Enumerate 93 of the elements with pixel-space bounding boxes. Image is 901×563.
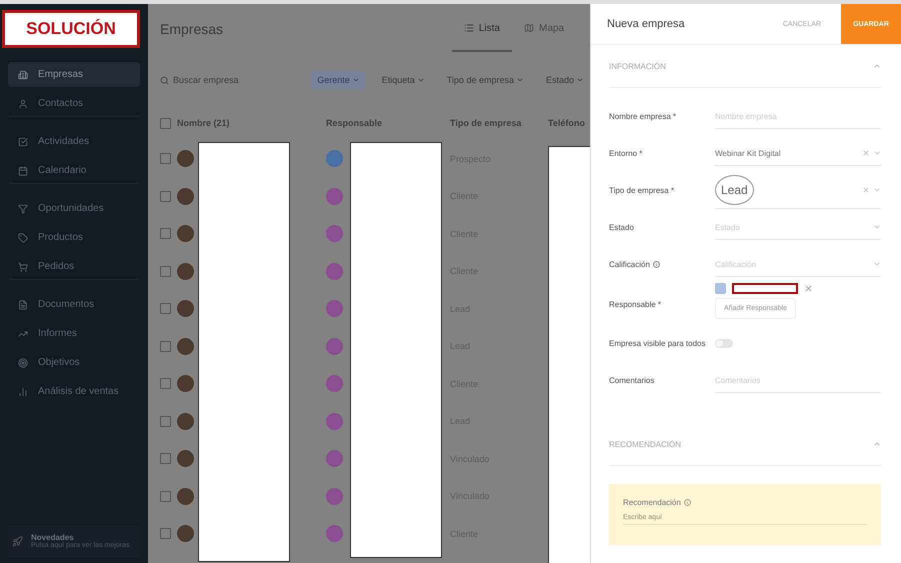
caret-icon <box>516 76 524 84</box>
nav-item[interactable]: Calendario <box>8 158 140 184</box>
column-header[interactable]: Responsable <box>326 106 450 140</box>
clear-icon[interactable] <box>862 186 870 194</box>
field-label: Entorno * <box>609 149 644 158</box>
avatar-placeholder <box>177 338 194 355</box>
search-field[interactable]: Buscar empresa <box>160 75 302 85</box>
view-tab[interactable]: Lista <box>452 6 512 52</box>
nav-item[interactable]: Oportunidades <box>8 196 140 221</box>
field-label: Tipo de empresa * <box>609 186 676 195</box>
nav-item[interactable]: Objetivos <box>8 350 140 375</box>
nav-item[interactable]: Productos <box>8 225 140 250</box>
field-label: Calificación <box>609 260 715 269</box>
nav-item[interactable]: Análisis de ventas <box>8 379 140 404</box>
checkbox[interactable] <box>160 528 171 540</box>
nav-icon <box>18 328 28 338</box>
filter-dropdown[interactable]: Estado <box>540 71 590 89</box>
page-title: Empresas <box>160 21 224 37</box>
avatar-placeholder <box>177 488 194 505</box>
avatar-placeholder <box>177 300 194 318</box>
caret-icon <box>352 76 360 84</box>
field-label: Responsable * <box>609 300 662 308</box>
nav-icon <box>18 232 28 242</box>
map-icon <box>524 23 534 33</box>
note-label: Recomendación <box>623 498 681 507</box>
column-header[interactable]: Tipo de empresa <box>450 106 548 140</box>
field-label: Comentarios <box>609 376 656 385</box>
nav-icon <box>18 262 28 272</box>
avatar-placeholder <box>177 225 194 242</box>
search-icon <box>160 76 169 84</box>
nav-icon <box>18 358 28 368</box>
chevron-up-icon[interactable] <box>873 440 881 448</box>
checkbox[interactable] <box>160 303 171 314</box>
news-title: Novedades <box>31 533 75 542</box>
info-icon <box>684 499 691 506</box>
avatar-placeholder <box>177 262 194 280</box>
caret-icon <box>416 76 425 84</box>
nav-icon <box>18 386 28 396</box>
checkbox[interactable] <box>160 266 171 277</box>
avatar-square <box>715 283 726 294</box>
section-header[interactable]: RECOMENDACIÓN <box>609 423 881 466</box>
avatar-placeholder <box>177 412 194 430</box>
avatar-placeholder <box>177 375 194 392</box>
nav-icon <box>18 300 28 310</box>
column-header[interactable]: Nombre (21) <box>177 118 230 128</box>
field-label: Estado <box>609 223 635 232</box>
filter-dropdown[interactable]: Etiqueta <box>376 71 431 89</box>
field-label: Nombre empresa * <box>609 112 678 121</box>
chevron-up-icon[interactable] <box>873 62 881 70</box>
nav-item[interactable]: Informes <box>8 321 140 346</box>
remove-icon[interactable] <box>804 284 813 293</box>
nav-item[interactable]: Documentos <box>8 292 140 317</box>
section-header[interactable]: INFORMACIÓN <box>609 45 881 88</box>
nav-icon <box>18 98 28 108</box>
panel-title: Nueva empresa <box>606 18 686 30</box>
checkbox[interactable] <box>160 490 171 502</box>
avatar-placeholder <box>177 150 194 168</box>
nav-icon <box>18 204 28 214</box>
chevron-down-icon[interactable] <box>873 260 881 268</box>
nav-item[interactable]: Empresas <box>8 62 140 87</box>
select-field[interactable]: Webinar Kit Digital <box>715 142 881 166</box>
clear-icon[interactable] <box>862 149 870 157</box>
select-field[interactable]: Lead <box>715 172 881 209</box>
chevron-down-icon[interactable] <box>873 186 881 194</box>
checkbox[interactable] <box>160 153 171 164</box>
chevron-down-icon[interactable] <box>873 149 881 157</box>
checkbox[interactable] <box>160 340 171 352</box>
avatar-placeholder <box>177 188 194 205</box>
avatar-placeholder <box>177 450 194 468</box>
checkbox[interactable] <box>160 453 171 464</box>
nav-item[interactable]: Pedidos <box>8 254 140 280</box>
redaction-block <box>732 283 798 294</box>
solution-label: SOLUCIÓN <box>2 10 140 48</box>
nav-item[interactable]: Contactos <box>8 91 140 117</box>
caret-icon <box>576 76 584 84</box>
column-header[interactable]: Teléfono <box>548 106 590 140</box>
checkbox[interactable] <box>160 190 171 202</box>
checkbox[interactable] <box>160 118 171 128</box>
rocket-icon <box>12 536 23 546</box>
filter-dropdown[interactable]: Gerente <box>311 71 366 89</box>
field-label: Empresa visible para todos <box>609 339 706 348</box>
nav-icon <box>18 166 28 176</box>
avatar-placeholder <box>177 525 194 542</box>
visibility-toggle[interactable] <box>715 338 733 348</box>
nav-icon <box>18 136 28 146</box>
checkbox[interactable] <box>160 378 171 390</box>
nav-item[interactable]: Actividades <box>8 129 140 154</box>
nav-icon <box>18 70 28 80</box>
filter-dropdown[interactable]: Tipo de empresa <box>440 71 530 89</box>
checkbox[interactable] <box>160 228 171 240</box>
chevron-down-icon[interactable] <box>873 223 881 231</box>
view-tab[interactable]: Mapa <box>512 6 576 52</box>
checkbox[interactable] <box>160 416 171 427</box>
